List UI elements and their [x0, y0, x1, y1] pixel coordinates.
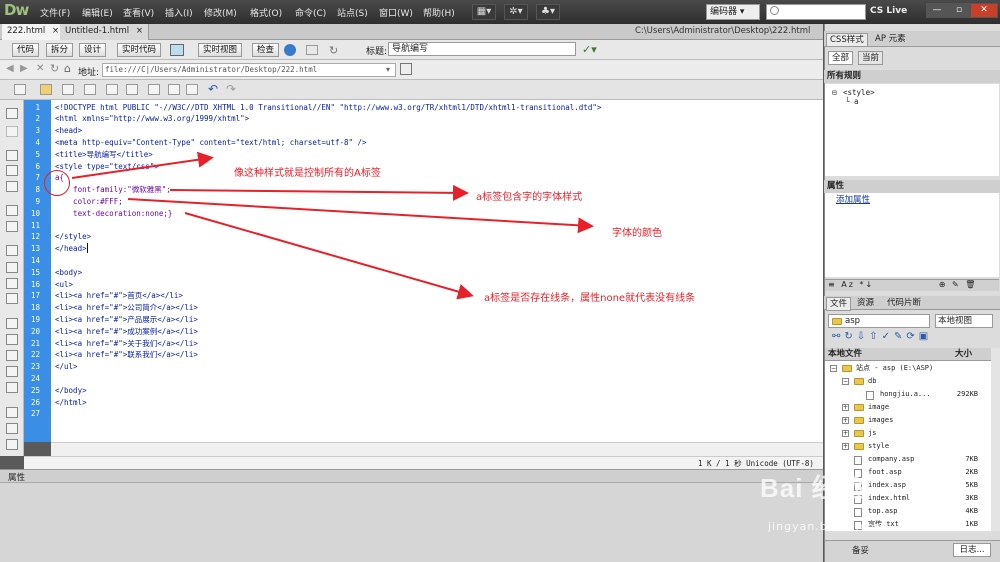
baidu-watermark-url: jingyan.baidu.com	[768, 520, 887, 533]
file-size: 292KB	[956, 390, 978, 398]
file-item[interactable]: index.html	[868, 492, 910, 505]
expand-icon[interactable]: ▣	[919, 331, 932, 342]
size-column[interactable]: 大小	[955, 348, 972, 360]
connect-icon[interactable]: ⚯	[832, 331, 844, 342]
check-out-icon[interactable]: ✓	[882, 331, 894, 342]
file-size	[952, 401, 978, 414]
folder-item[interactable]: db	[868, 375, 876, 388]
file-icon	[854, 508, 862, 517]
file-item[interactable]: index.asp	[868, 479, 906, 492]
properties-list	[825, 193, 999, 277]
annotation-a-selector: 像这种样式就是控制所有的A标签	[234, 168, 381, 179]
get-files-icon[interactable]: ⇩	[857, 331, 869, 342]
properties-label: 属性	[8, 473, 26, 483]
attach-stylesheet-icon[interactable]: ⊕	[939, 280, 948, 289]
file-size: 2KB	[965, 468, 978, 476]
tab-files[interactable]: 文件	[826, 297, 852, 311]
rule-style[interactable]: <style>	[843, 88, 875, 97]
properties-header: 属性	[824, 180, 1000, 193]
folder-icon	[854, 430, 864, 437]
current-button[interactable]: 当前	[858, 51, 884, 65]
local-files-column[interactable]: 本地文件	[828, 349, 862, 359]
tab-snippets[interactable]: 代码片断	[884, 297, 924, 311]
properties-panel-header[interactable]	[0, 469, 823, 483]
expand-toggle-icon[interactable]: +	[842, 404, 849, 411]
rule-a[interactable]: └ a	[845, 97, 859, 106]
file-icon	[866, 391, 874, 400]
file-size	[952, 362, 978, 375]
file-tree-scrollbar[interactable]	[991, 348, 1000, 531]
file-size: 1KB	[965, 520, 978, 528]
arrow-4	[184, 212, 474, 300]
expand-rule-icon[interactable]: ⊟	[832, 88, 837, 97]
files-toolbar: ⚯↻⇩⇧✓✎⟳▣	[832, 331, 932, 342]
annotation-font-family: a标签包含字的字体样式	[476, 192, 583, 203]
minimize-button[interactable]: —	[926, 3, 948, 18]
annotation-arrows	[71, 151, 594, 300]
delete-style-icon[interactable]: 🗑︎	[965, 280, 977, 289]
file-size: 3KB	[965, 494, 978, 502]
arrow-2	[169, 184, 469, 201]
file-size: 4KB	[965, 507, 978, 515]
close-window-button[interactable]: ✕	[970, 3, 998, 18]
folder-icon	[842, 365, 852, 372]
folder-item[interactable]: style	[868, 440, 889, 453]
tab-ap-elements[interactable]: AP 元素	[872, 33, 909, 47]
file-item[interactable]: hongjiu.a...	[880, 388, 931, 401]
baidu-watermark: Bai 经验	[760, 473, 866, 503]
category-view-icon[interactable]: ≡	[828, 280, 837, 289]
log-button[interactable]: 日志...	[953, 543, 991, 557]
set-properties-icon[interactable]: *↓	[859, 280, 874, 289]
arrow-3	[127, 198, 594, 234]
file-icon	[854, 456, 862, 465]
cs-live-button[interactable]: CS Live	[870, 6, 907, 16]
arrow-1	[71, 151, 214, 179]
edit-style-icon[interactable]: ✎	[952, 280, 961, 289]
file-size: 5KB	[965, 481, 978, 489]
expand-toggle-icon[interactable]: +	[842, 443, 849, 450]
folder-icon	[832, 318, 842, 325]
file-size	[952, 427, 978, 440]
put-files-icon[interactable]: ⇧	[869, 331, 881, 342]
annotation-text-decoration: a标签是否存在线条，属性none就代表没有线条	[484, 293, 696, 304]
view-select[interactable]: 本地视图	[935, 314, 993, 328]
file-size	[952, 440, 978, 453]
local-files-header: 本地文件 大小	[825, 348, 991, 361]
folder-item[interactable]: images	[868, 414, 893, 427]
file-item[interactable]: company.asp	[868, 453, 914, 466]
file-size	[952, 375, 978, 388]
horizontal-scrollbar[interactable]	[51, 442, 823, 456]
folder-item[interactable]: 站点 - asp (E:\ASP)	[856, 362, 933, 375]
add-property-link[interactable]: 添加属性	[836, 193, 870, 205]
expand-toggle-icon[interactable]: +	[842, 417, 849, 424]
folder-item[interactable]: image	[868, 401, 889, 414]
ready-status: 备妥	[852, 546, 870, 556]
file-size	[952, 414, 978, 427]
maximize-button[interactable]: ▫	[948, 3, 970, 18]
folder-icon	[854, 378, 864, 385]
tab-assets[interactable]: 资源	[854, 297, 877, 311]
refresh-icon[interactable]: ↻	[844, 331, 856, 342]
folder-icon	[854, 404, 864, 411]
css-panel-footer: ≡ Az *↓ ⊕ ✎ 🗑︎	[825, 279, 999, 291]
folder-icon	[854, 417, 864, 424]
alphabetical-view-icon[interactable]: Az	[841, 280, 855, 289]
sync-icon[interactable]: ⟳	[906, 331, 918, 342]
all-rules-header: 所有规则	[824, 70, 1000, 83]
expand-toggle-icon[interactable]: +	[842, 430, 849, 437]
file-size: 7KB	[965, 455, 978, 463]
tab-css-styles[interactable]: CSS样式	[826, 33, 868, 47]
folder-item[interactable]: js	[868, 427, 876, 440]
folder-icon	[854, 443, 864, 450]
annotation-color: 字体的颜色	[612, 228, 662, 239]
expand-toggle-icon[interactable]: −	[830, 365, 837, 372]
file-item[interactable]: foot.asp	[868, 466, 902, 479]
check-in-icon[interactable]: ✎	[894, 331, 906, 342]
file-item[interactable]: top.asp	[868, 505, 898, 518]
site-select[interactable]: asp	[828, 314, 930, 328]
properties-panel	[0, 483, 823, 562]
all-button[interactable]: 全部	[828, 51, 854, 65]
expand-toggle-icon[interactable]: −	[842, 378, 849, 385]
